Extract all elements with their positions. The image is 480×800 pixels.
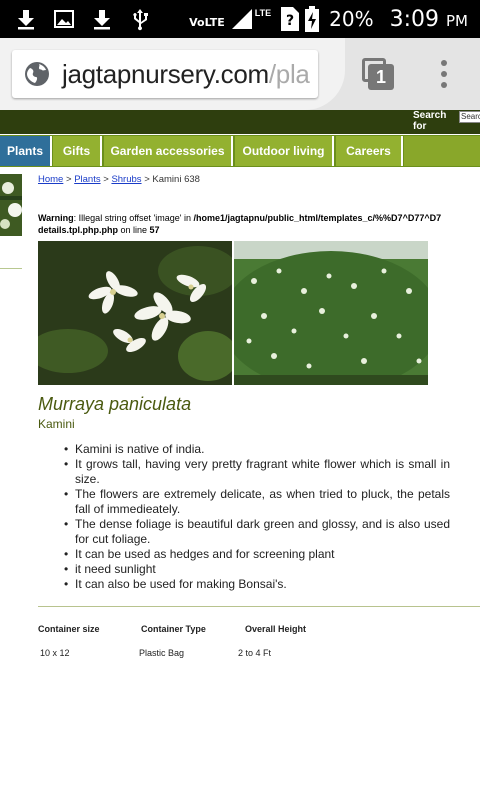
breadcrumb-home[interactable]: Home — [38, 174, 63, 185]
breadcrumb: Home > Plants > Shrubs > Kamini 638 — [38, 174, 480, 185]
signal-icon — [231, 9, 252, 29]
url-path: /pla — [268, 59, 310, 89]
php-warning: Warning: Illegal string offset 'image' i… — [38, 212, 480, 236]
nav-filler — [404, 136, 480, 166]
browser-toolbar: jagtapnursery.com/pla 1 — [0, 38, 480, 110]
warning-on-line: on line — [118, 225, 150, 235]
download-icon — [18, 10, 34, 30]
spec-header-container-type: Container Type — [141, 624, 206, 634]
list-item: Kamini is native of india. — [64, 442, 450, 457]
main-nav: Plants Gifts Garden accessories Outdoor … — [0, 135, 480, 167]
plant-facts-list: Kamini is native of india. It grows tall… — [64, 442, 450, 592]
main-content: Home > Plants > Shrubs > Kamini 638 Warn… — [38, 174, 480, 658]
spec-value-container-type: Plastic Bag — [139, 648, 185, 658]
warning-line: 57 — [149, 225, 160, 235]
image-icon — [54, 10, 74, 28]
status-bar: VoLTE LTE ? 20% 3:09 PM — [0, 0, 480, 38]
list-item: it need sunlight — [64, 562, 450, 577]
clock: 3:09 PM — [390, 7, 468, 32]
lte-indicator: LTE — [254, 8, 272, 18]
battery-charging-icon — [305, 6, 320, 32]
volte-indicator: VoLTE — [189, 15, 225, 29]
url-bar-container: jagtapnursery.com/pla — [0, 38, 345, 110]
list-item: It grows tall, having very pretty fragra… — [64, 457, 450, 487]
list-item: It can also be used for making Bonsai's. — [64, 577, 450, 592]
spec-header-container-size: Container size — [38, 624, 100, 634]
warning-label: Warning — [38, 213, 74, 223]
plant-latin-name: Murraya paniculata — [38, 394, 192, 414]
spec-header-overall-height: Overall Height — [245, 624, 307, 634]
list-item: The dense foliage is beautiful dark gree… — [64, 517, 450, 547]
flower-closeup-image[interactable] — [38, 241, 232, 385]
breadcrumb-current: Kamini 638 — [152, 174, 200, 185]
clock-ampm: PM — [446, 11, 468, 30]
warning-message: : Illegal string offset 'image' in — [73, 213, 194, 223]
breadcrumb-separator: > — [103, 174, 109, 185]
site-header-strip: Search for Search — [0, 110, 480, 134]
list-item: The flowers are extremely delicate, as w… — [64, 487, 450, 517]
content-divider — [38, 606, 480, 607]
sidebar-thumbnail[interactable] — [0, 174, 22, 236]
usb-icon — [133, 9, 148, 31]
tab-count: 1 — [368, 64, 394, 90]
overflow-menu-icon[interactable] — [440, 60, 448, 88]
url-bar[interactable]: jagtapnursery.com/pla — [12, 50, 318, 98]
warning-file: details.tpl.php.php — [38, 225, 118, 235]
sidebar-divider — [0, 268, 22, 269]
hedge-image[interactable] — [234, 241, 428, 385]
breadcrumb-separator: > — [65, 174, 72, 185]
nav-item-outdoor-living[interactable]: Outdoor living — [235, 136, 334, 166]
svg-text:?: ? — [286, 13, 294, 29]
plant-photos — [38, 241, 428, 385]
breadcrumb-shrubs[interactable]: Shrubs — [111, 174, 141, 185]
url-text: jagtapnursery.com/pla — [62, 59, 310, 90]
url-domain: jagtapnursery.com — [62, 59, 269, 89]
nav-item-garden-accessories[interactable]: Garden accessories — [104, 136, 233, 166]
breadcrumb-plants[interactable]: Plants — [74, 174, 100, 185]
warning-path: /home1/jagtapnu/public_html/templates_c/… — [193, 213, 442, 223]
globe-icon — [25, 62, 49, 86]
nav-item-plants[interactable]: Plants — [0, 136, 52, 166]
spec-value-container-size: 10 x 12 — [40, 648, 70, 658]
clock-time: 3:09 — [389, 6, 439, 32]
download-icon-2 — [94, 10, 110, 30]
plant-common-name: Kamini — [38, 417, 75, 431]
spec-value-overall-height: 2 to 4 Ft — [238, 648, 272, 658]
search-label: Search for — [413, 110, 447, 132]
battery-percent: 20% — [329, 7, 374, 31]
tab-switcher-button[interactable]: 1 — [362, 58, 394, 90]
sim-unknown-icon: ? — [281, 7, 300, 31]
site-search-input[interactable]: Search — [459, 111, 480, 123]
nav-item-careers[interactable]: Careers — [336, 136, 403, 166]
breadcrumb-separator: > — [144, 174, 150, 185]
list-item: It can be used as hedges and for screeni… — [64, 547, 450, 562]
nav-item-gifts[interactable]: Gifts — [53, 136, 102, 166]
